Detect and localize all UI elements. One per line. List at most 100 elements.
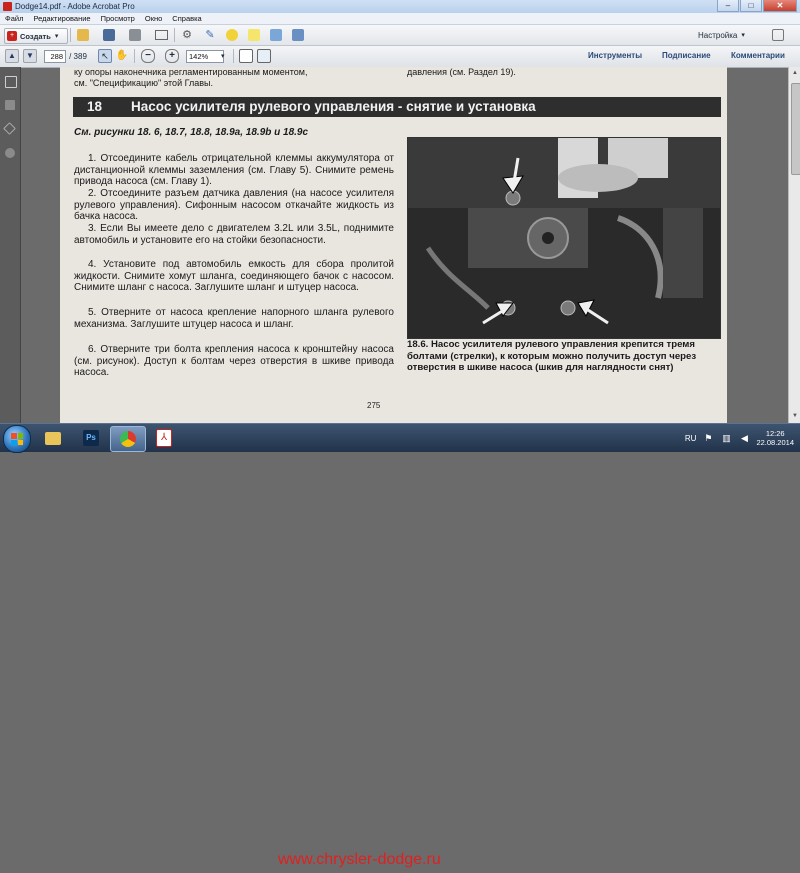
taskbar: Ps ⅄ www.chrysler-dodge.ru RU ⚑ ▥ ◀ 12:2… <box>0 423 800 868</box>
fit-width-icon <box>257 49 271 63</box>
vertical-scrollbar[interactable]: ▲ ▼ <box>788 67 800 423</box>
email-button[interactable] <box>155 28 168 42</box>
bookmarks-icon[interactable] <box>5 100 15 110</box>
customize-label: Настройка <box>698 30 738 40</box>
taskbar-acrobat[interactable]: ⅄ <box>147 426 181 450</box>
review-button[interactable] <box>270 28 282 42</box>
acrobat-icon: ⅄ <box>156 429 172 447</box>
minimize-button[interactable]: – <box>717 0 739 12</box>
close-button[interactable]: ✕ <box>763 0 797 12</box>
zoom-dropdown[interactable]: ▾ <box>221 49 225 63</box>
comment-button[interactable] <box>226 28 238 42</box>
prev-text-line-right: давления (см. Раздел 19). <box>407 67 516 77</box>
clock-date: 22.08.2014 <box>756 438 794 447</box>
hand-icon: ✋ <box>115 50 129 61</box>
procedure-step: 3. Если Вы имеете дело с двигателем 3.2L… <box>74 223 394 246</box>
zoom-out-button[interactable]: − <box>141 49 155 63</box>
folder-icon <box>77 29 89 41</box>
page-number-input[interactable]: 288 <box>44 50 66 63</box>
main-toolbar: + Создать ▾ ⚙ ✎ Настройка ▾ <box>0 25 800 46</box>
panel-toggle-button[interactable] <box>772 28 784 42</box>
settings-button[interactable]: ⚙ <box>181 28 193 42</box>
document-page: ку опоры наконечника регламентированным … <box>60 67 727 423</box>
menu-window[interactable]: Окно <box>140 13 167 24</box>
customize-button[interactable]: Настройка ▾ <box>698 28 745 42</box>
save-disk-icon <box>103 29 115 41</box>
windows-logo-icon <box>11 433 23 445</box>
figure-caption: 18.6. Насос усилителя рулевого управлени… <box>407 339 697 373</box>
sign-pane-button[interactable]: Подписание <box>662 50 711 62</box>
page-thumbnails-icon[interactable] <box>5 76 17 88</box>
fit-page-icon <box>239 49 253 63</box>
window-controls: – □ ✕ <box>717 0 797 12</box>
zoom-input[interactable]: 142% <box>186 50 224 63</box>
window-title: Dodge14.pdf - Adobe Acrobat Pro <box>15 2 135 11</box>
save-button[interactable] <box>103 28 115 42</box>
plus-icon: + <box>165 49 179 63</box>
procedure-step: 2. Отсоедините разъем датчика давления (… <box>74 188 394 222</box>
menu-edit[interactable]: Редактирование <box>28 13 95 24</box>
system-tray: RU ⚑ ▥ ◀ 12:26 22.08.2014 <box>685 424 794 452</box>
site-watermark: www.chrysler-dodge.ru <box>278 851 441 868</box>
minus-icon: − <box>141 49 155 63</box>
gear-icon: ⚙ <box>182 29 192 41</box>
fit-page-button[interactable] <box>239 49 253 63</box>
comment-bubble-icon <box>226 29 238 41</box>
attachments-icon[interactable] <box>5 148 15 158</box>
chevron-down-icon: ▾ <box>741 32 745 39</box>
menu-file[interactable]: Файл <box>0 13 28 24</box>
comment-pane-button[interactable]: Комментарии <box>731 50 785 62</box>
print-button[interactable] <box>129 28 141 42</box>
tools-pane-button[interactable]: Инструменты <box>588 50 642 62</box>
hand-tool-button[interactable]: ✋ <box>116 49 128 63</box>
figure-photo <box>407 137 721 339</box>
procedure-step: 1. Отсоедините кабель отрицательной клем… <box>74 153 394 187</box>
scroll-thumb[interactable] <box>791 83 800 175</box>
zoom-in-button[interactable]: + <box>165 49 179 63</box>
page-total: / 389 <box>69 51 87 61</box>
scroll-down-icon[interactable]: ▼ <box>791 412 799 420</box>
toolbar-separator <box>233 49 234 63</box>
highlight-button[interactable] <box>248 28 260 42</box>
clock-time: 12:26 <box>765 429 785 438</box>
taskbar-chrome[interactable] <box>110 426 146 452</box>
taskbar-photoshop[interactable]: Ps <box>74 426 108 450</box>
next-page-button[interactable]: ▼ <box>23 49 37 63</box>
pencil-icon: ✎ <box>205 29 215 41</box>
section-heading: 18 Насос усилителя рулевого управления -… <box>73 97 721 117</box>
menu-view[interactable]: Просмотр <box>96 13 140 24</box>
share-button[interactable] <box>292 28 304 42</box>
scroll-up-icon[interactable]: ▲ <box>791 69 799 77</box>
maximize-button[interactable]: □ <box>740 0 762 12</box>
menu-help[interactable]: Справка <box>167 13 206 24</box>
volume-icon[interactable]: ◀ <box>738 432 750 444</box>
create-button[interactable]: + Создать ▾ <box>4 28 68 44</box>
clock[interactable]: 12:26 22.08.2014 <box>756 429 794 447</box>
prev-text-line: см. "Спецификацию" этой Главы. <box>74 78 213 88</box>
start-button[interactable] <box>3 425 31 453</box>
prev-text-line: ку опоры наконечника регламентированным … <box>74 67 308 77</box>
acrobat-app-icon <box>3 2 12 11</box>
flag-notification-icon[interactable]: ⚑ <box>702 432 714 444</box>
fit-width-button[interactable] <box>257 49 271 63</box>
arrow-down-icon: ▼ <box>23 49 37 63</box>
cursor-icon: ↖ <box>98 49 112 63</box>
open-button[interactable] <box>77 28 89 42</box>
highlighter-icon <box>248 29 260 41</box>
toolbar-separator <box>174 28 175 42</box>
signature-icon[interactable] <box>3 122 16 135</box>
panel-icon <box>772 29 784 41</box>
chrome-icon <box>120 431 136 447</box>
taskbar-explorer[interactable] <box>36 426 70 450</box>
printer-icon <box>129 29 141 41</box>
network-icon[interactable]: ▥ <box>720 432 732 444</box>
edit-button[interactable]: ✎ <box>204 28 216 42</box>
pump-photo-illustration <box>408 138 720 338</box>
toolbar-separator <box>134 49 135 63</box>
language-indicator[interactable]: RU <box>685 434 697 443</box>
prev-page-button[interactable]: ▲ <box>5 49 19 63</box>
select-tool-button[interactable]: ↖ <box>98 49 112 63</box>
review-icon <box>270 29 282 41</box>
section-number: 18 <box>87 99 103 114</box>
toolbar-separator <box>70 28 71 42</box>
